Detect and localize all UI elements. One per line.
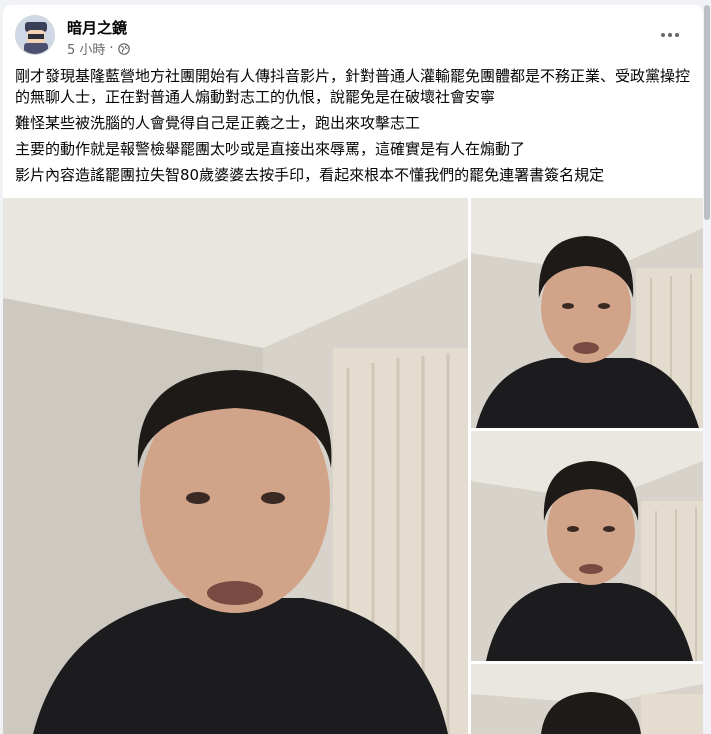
post-paragraph: 剛才發現基隆藍營地方社團開始有人傳抖音影片，針對普通人灌輸罷免團體都是不務正業、…: [15, 67, 691, 106]
post-time[interactable]: 5 小時: [67, 39, 105, 58]
scrollbar-thumb[interactable]: [704, 5, 710, 220]
post-card: 暗月之鏡 5 小時 · 剛才發現基隆藍營地方社團開始有人傳抖音影片，針對普通人灌…: [3, 5, 703, 734]
video-frame-3[interactable]: [471, 431, 703, 661]
post-paragraph: 影片內容造謠罷團拉失智80歲婆婆去按手印，看起來根本不懂我們的罷免連署書簽名規定: [15, 166, 605, 184]
post-meta: 5 小時 ·: [67, 39, 130, 58]
page-scrollbar[interactable]: [703, 0, 711, 734]
post-paragraph: 主要的動作就是報警檢舉罷團太吵或是直接出來辱罵，這確實是有人在煽動了: [15, 140, 526, 158]
video-frame-main[interactable]: [3, 198, 468, 734]
post-paragraph: 難怪某些被洗腦的人會覺得自己是正義之士，跑出來攻擊志工: [15, 114, 421, 132]
post-body: 剛才發現基隆藍營地方社團開始有人傳抖音影片，針對普通人灌輸罷免團體都是不務正業、…: [15, 66, 691, 191]
author-name[interactable]: 暗月之鏡: [67, 17, 127, 38]
author-avatar[interactable]: [15, 15, 55, 55]
globe-icon[interactable]: [117, 42, 130, 55]
post-header: 暗月之鏡 5 小時 ·: [15, 15, 685, 59]
photo-gallery: [3, 198, 703, 734]
video-frame-2[interactable]: [471, 198, 703, 428]
meta-separator: ·: [109, 41, 114, 56]
video-frame-4[interactable]: [471, 664, 703, 734]
more-dots-icon[interactable]: [655, 25, 685, 45]
